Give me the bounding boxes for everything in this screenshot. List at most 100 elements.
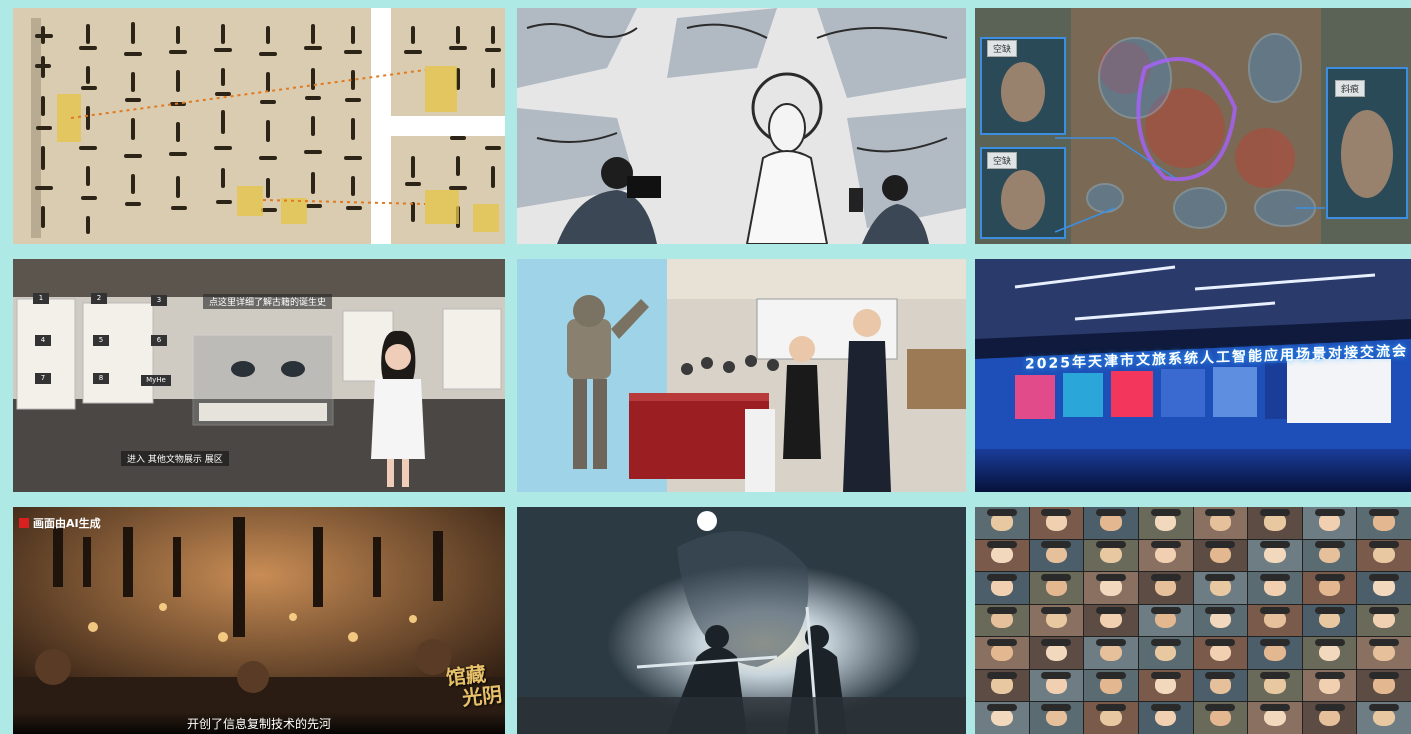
portrait-hat (1150, 639, 1181, 647)
portrait-face (1045, 513, 1068, 531)
portraits-grid-tile[interactable] (975, 507, 1411, 734)
exhibit-button-7[interactable]: 7 (35, 373, 51, 384)
portrait-hat (986, 639, 1017, 647)
red-square-icon (19, 518, 29, 528)
portrait-hat (1369, 541, 1400, 549)
portrait-face (1318, 643, 1341, 661)
portrait-cell (1084, 669, 1138, 702)
portrait-cell (1138, 507, 1193, 539)
portrait-face (1100, 676, 1122, 694)
portrait-face (1100, 578, 1122, 596)
portrait-hat (1205, 508, 1236, 516)
portrait-cell (1302, 572, 1357, 604)
portrait-cell (975, 539, 1029, 572)
image-collage-grid: 空缺 空缺 斜痕 点这里详细了解古籍的诞生史 进入 其他文物展示 展区 1 2 … (0, 0, 1411, 734)
portrait-hat (1096, 639, 1127, 647)
portrait-cell (1248, 507, 1302, 539)
portrait-face (1045, 708, 1068, 727)
portrait-cell (1357, 507, 1411, 539)
manuscript-tile[interactable] (13, 8, 505, 244)
portrait-hat (1096, 574, 1127, 581)
portrait-cell (975, 604, 1029, 637)
portrait-hat (1314, 606, 1345, 614)
robot-event-tile[interactable] (517, 259, 966, 492)
portrait-hat (1259, 639, 1290, 647)
portrait-hat (1041, 541, 1072, 549)
portrait-cell (1302, 702, 1357, 734)
exhibit-button-2[interactable]: 2 (91, 293, 107, 304)
ai-badge-text: 画面由AI生成 (33, 517, 101, 530)
subtitle-caption: 开创了信息复制技术的先河 (13, 712, 505, 734)
portrait-face (1373, 676, 1395, 694)
portrait-cell (975, 702, 1029, 734)
portrait-cell (1084, 604, 1138, 637)
portrait-cell (1084, 572, 1138, 604)
portrait-hat (1259, 704, 1290, 712)
mural-sketch-tile[interactable] (517, 8, 966, 244)
portrait-cell (1084, 507, 1138, 539)
portrait-face (1318, 545, 1341, 564)
portrait-cell (1029, 507, 1084, 539)
portrait-face (1264, 611, 1286, 629)
portrait-face (1045, 578, 1068, 596)
portrait-face (1045, 643, 1068, 661)
portrait-face (1318, 513, 1341, 531)
warrior-tile[interactable] (517, 507, 966, 734)
portrait-face (1100, 708, 1122, 727)
conference-tile[interactable]: 2025年天津市文旅系统人工智能应用场景对接交流会 (975, 259, 1411, 492)
portrait-hat (1314, 541, 1345, 549)
exhibit-button-8[interactable]: 8 (93, 373, 109, 384)
ai-workshop-tile[interactable]: 画面由AI生成 馆藏 光阴 开创了信息复制技术的先河 (13, 507, 505, 734)
portrait-face (991, 578, 1013, 596)
exhibit-button-1[interactable]: 1 (33, 293, 49, 304)
portrait-face (991, 643, 1013, 661)
portrait-hat (1096, 704, 1127, 712)
portrait-cell (975, 572, 1029, 604)
virtual-museum-tile[interactable]: 点这里详细了解古籍的诞生史 进入 其他文物展示 展区 1 2 3 4 5 6 7… (13, 259, 505, 492)
portrait-face (1209, 578, 1232, 596)
portrait-face (1209, 643, 1232, 661)
museum-tip-text[interactable]: 点这里详细了解古籍的诞生史 (203, 294, 333, 309)
portrait-cell (975, 669, 1029, 702)
portrait-cell (975, 637, 1029, 669)
portrait-hat (1205, 541, 1236, 549)
portrait-hat (1369, 606, 1400, 614)
portrait-cell (1029, 572, 1084, 604)
portrait-face (1045, 676, 1068, 694)
portrait-hat (1205, 704, 1236, 712)
portrait-cell (1248, 637, 1302, 669)
portrait-cell (1084, 702, 1138, 734)
myhe-button[interactable]: MyHe (141, 375, 171, 386)
portrait-cell (1302, 507, 1357, 539)
portrait-cell (1029, 669, 1084, 702)
portrait-face (991, 545, 1013, 564)
label-missing-mid: 空缺 (987, 152, 1018, 169)
robot-event-illustration (517, 259, 966, 492)
portrait-cell (1357, 702, 1411, 734)
portrait-hat (1150, 671, 1181, 679)
portrait-face (991, 708, 1013, 727)
portrait-cell (1248, 702, 1302, 734)
portrait-hat (1096, 508, 1127, 516)
portrait-hat (986, 606, 1017, 614)
portrait-hat (1259, 508, 1290, 516)
portrait-face (1318, 611, 1341, 629)
portrait-face (1100, 513, 1122, 531)
portrait-cell (1138, 637, 1193, 669)
exhibit-button-3[interactable]: 3 (151, 295, 167, 306)
portrait-hat (1041, 508, 1072, 516)
portrait-cell (1193, 637, 1248, 669)
manuscript-illustration (13, 8, 505, 244)
portrait-hat (1259, 574, 1290, 581)
museum-nav-text[interactable]: 进入 其他文物展示 展区 (121, 451, 229, 466)
exhibit-button-5[interactable]: 5 (93, 335, 109, 346)
portrait-hat (1205, 671, 1236, 679)
exhibit-button-4[interactable]: 4 (35, 335, 51, 346)
mural-scan-tile[interactable]: 空缺 空缺 斜痕 (975, 8, 1411, 244)
exhibit-button-6[interactable]: 6 (151, 335, 167, 346)
portrait-cell (1193, 507, 1248, 539)
mural-sketch-illustration (517, 8, 966, 244)
portrait-cell (1029, 604, 1084, 637)
portrait-cell (1193, 539, 1248, 572)
ai-workshop-illustration (13, 507, 505, 734)
